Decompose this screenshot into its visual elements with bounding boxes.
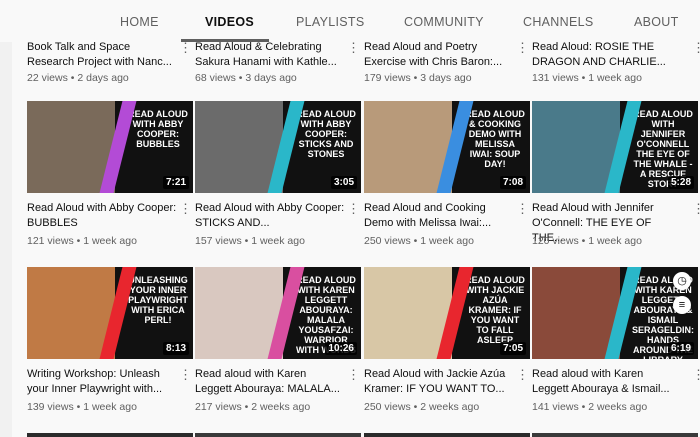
video-meta: 141 views • 2 weeks ago [532,401,648,413]
clock-icon[interactable]: ◷ [673,272,691,290]
more-vertical-icon[interactable]: ⋮ [692,201,700,217]
video-meta: 121 views • 1 week ago [27,235,137,247]
video-duration-badge: 5:28 [667,176,694,189]
more-vertical-icon[interactable]: ⋮ [516,40,529,56]
video-title[interactable]: Read Aloud with Abby Cooper: BUBBLES [27,201,177,231]
video-thumbnail[interactable]: READ ALOUD WITH JENNIFER O'CONNELL THE E… [532,101,698,193]
video-meta: 139 views • 1 week ago [27,401,137,413]
video-duration-badge: 7:21 [162,176,189,189]
tab-home[interactable]: HOME [120,0,159,42]
more-vertical-icon[interactable]: ⋮ [179,367,192,383]
video-title[interactable]: Book Talk and Space Research Project wit… [27,40,177,70]
video-thumbnail[interactable]: READ ALOUD WITH ABBY COOPER: BUBBLES 7:21 [27,101,193,193]
channel-videos-page: HOME VIDEOS PLAYLISTS COMMUNITY CHANNELS… [0,0,700,437]
video-meta: 179 views • 3 days ago [364,72,472,84]
channel-tabs: HOME VIDEOS PLAYLISTS COMMUNITY CHANNELS… [0,0,700,42]
active-tab-indicator [181,39,269,42]
video-title[interactable]: Read aloud with Karen Leggett Abouraya: … [195,367,345,397]
tab-community[interactable]: COMMUNITY [404,0,484,42]
video-thumbnail[interactable]: READ ALOUD WITH ABBY COOPER: STICKS AND … [195,101,361,193]
video-meta: 217 views • 2 weeks ago [195,401,311,413]
tab-videos[interactable]: VIDEOS [205,0,254,42]
more-vertical-icon[interactable]: ⋮ [179,201,192,217]
video-meta: 250 views • 1 week ago [364,235,474,247]
video-duration-badge: 8:13 [162,342,189,355]
video-thumbnail-partial[interactable] [532,433,698,437]
video-thumbnail[interactable]: READ ALOUD & COOKING DEMO WITH MELISSA I… [364,101,530,193]
video-duration-badge: 10:26 [325,342,357,355]
video-title[interactable]: Writing Workshop: Unleash your Inner Pla… [27,367,177,397]
video-thumbnail-partial[interactable] [195,433,361,437]
video-title[interactable]: Read Aloud: ROSIE THE DRAGON AND CHARLIE… [532,40,682,70]
video-meta: 250 views • 2 weeks ago [364,401,480,413]
video-title[interactable]: Read Aloud with Abby Cooper: STICKS AND.… [195,201,345,231]
more-vertical-icon[interactable]: ⋮ [347,367,360,383]
video-duration-badge: 6:19 [667,342,694,355]
video-meta: 131 views • 1 week ago [532,72,642,84]
video-meta: 22 views • 2 days ago [27,72,129,84]
video-meta: 68 views • 3 days ago [195,72,297,84]
video-thumbnail[interactable]: READ ALOUD WITH JACKIE AZÚA KRAMER: IF Y… [364,267,530,359]
left-margin [0,42,12,437]
more-vertical-icon[interactable]: ⋮ [179,40,192,56]
video-title[interactable]: Read Aloud & Celebrating Sakura Hanami w… [195,40,345,70]
video-meta: 120 views • 1 week ago [532,235,642,247]
more-vertical-icon[interactable]: ⋮ [692,367,700,383]
video-thumbnail-partial[interactable] [27,433,193,437]
tab-playlists[interactable]: PLAYLISTS [296,0,364,42]
more-vertical-icon[interactable]: ⋮ [347,201,360,217]
video-duration-badge: 7:08 [499,176,526,189]
more-vertical-icon[interactable]: ⋮ [516,201,529,217]
video-title[interactable]: Read Aloud with Jackie Azúa Kramer: IF Y… [364,367,514,397]
more-vertical-icon[interactable]: ⋮ [692,40,700,56]
tab-channels[interactable]: CHANNELS [523,0,593,42]
video-title[interactable]: Read Aloud and Poetry Exercise with Chri… [364,40,514,70]
video-thumbnail[interactable]: READ ALOUD WITH KAREN LEGGETT ABOURAYA: … [195,267,361,359]
video-duration-badge: 3:05 [330,176,357,189]
tab-about[interactable]: ABOUT [634,0,679,42]
add-to-queue-icon[interactable]: ≡ [673,296,691,314]
more-vertical-icon[interactable]: ⋮ [516,367,529,383]
more-vertical-icon[interactable]: ⋮ [347,40,360,56]
video-title[interactable]: Read aloud with Karen Leggett Abouraya &… [532,367,682,397]
video-title[interactable]: Read Aloud and Cooking Demo with Melissa… [364,201,514,231]
video-meta: 157 views • 1 week ago [195,235,305,247]
video-thumbnail-partial[interactable] [364,433,530,437]
video-duration-badge: 7:05 [499,342,526,355]
video-thumbnail[interactable]: UNLEASHING YOUR INNER PLAYWRIGHT WITH ER… [27,267,193,359]
